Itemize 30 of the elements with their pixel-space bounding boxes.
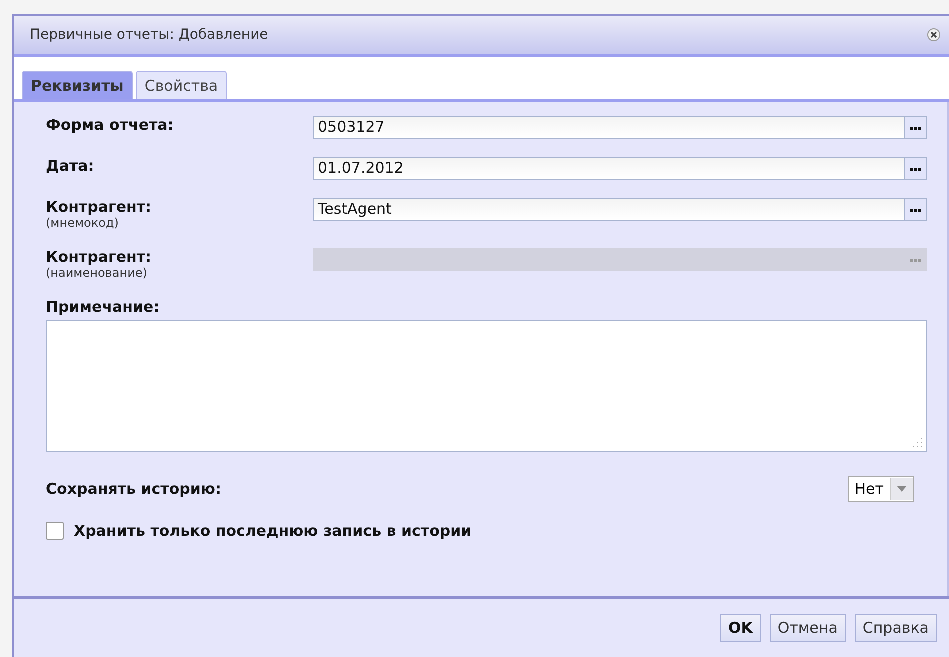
tab[interactable]: Свойства: [136, 71, 228, 99]
tab[interactable]: Реквизиты: [22, 71, 133, 99]
close-icon[interactable]: [927, 28, 941, 42]
ellipsis-button[interactable]: [904, 117, 926, 138]
input-field[interactable]: 01.07.2012: [313, 157, 927, 180]
field-label: Контрагент:: [46, 198, 153, 216]
dialog-button[interactable]: OK: [720, 614, 761, 642]
checkbox[interactable]: [46, 522, 64, 540]
dots-icon: [910, 209, 921, 212]
field-hint: (наименование): [46, 266, 148, 280]
field-label: Форма отчета:: [46, 116, 175, 134]
dots-icon: [910, 127, 921, 130]
field-label: Дата:: [46, 157, 96, 175]
field-hint: (мнемокод): [46, 216, 120, 230]
history-dropdown[interactable]: Нет: [848, 476, 914, 502]
ellipsis-button[interactable]: [904, 199, 926, 220]
input-field[interactable]: 0503127: [313, 116, 927, 139]
dots-icon: [910, 259, 921, 262]
window-title: Первичные отчеты: Добавление: [30, 27, 268, 43]
dialog-button[interactable]: Отмена: [770, 614, 846, 642]
note-label: Примечание:: [46, 298, 161, 316]
dialog-button[interactable]: Справка: [854, 614, 937, 642]
input-field[interactable]: TestAgent: [313, 198, 927, 221]
checkbox-label[interactable]: Хранить только последнюю запись в истории: [74, 522, 472, 540]
history-label: Сохранять историю:: [46, 480, 222, 498]
dots-icon: [910, 168, 921, 171]
ellipsis-button[interactable]: [904, 158, 926, 179]
resize-grip-icon[interactable]: [913, 438, 923, 448]
field-label: Контрагент:: [46, 248, 153, 266]
dropdown-arrow-icon: [897, 486, 907, 492]
